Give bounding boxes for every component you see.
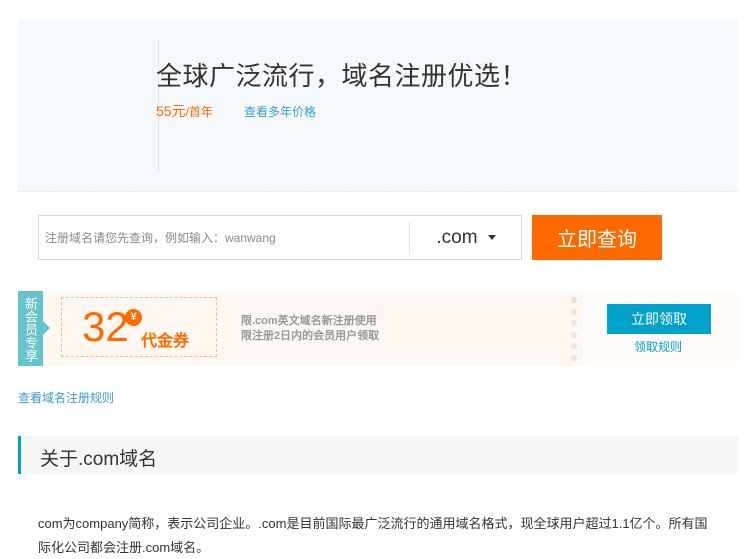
claim-rules-link[interactable]: 领取规则 xyxy=(634,338,682,355)
tag-arrow-icon xyxy=(43,321,50,335)
coupon-amount: 32 xyxy=(82,303,129,350)
section-title: 关于.com域名 xyxy=(40,449,158,470)
tld-dropdown[interactable]: .com xyxy=(410,216,522,259)
domain-search-input[interactable] xyxy=(39,216,409,259)
multi-year-price-link[interactable]: 查看多年价格 xyxy=(244,103,316,120)
section-description: com为company简称，表示公司企业。.com是目前国际最广泛流行的通用域名… xyxy=(38,516,708,555)
registration-rules-link[interactable]: 查看域名注册规则 xyxy=(18,389,114,406)
new-member-tag: 新会员专享 xyxy=(18,291,43,366)
coupon-condition-1: 限.com英文域名新注册使用 xyxy=(241,315,377,327)
perforation-dots xyxy=(571,297,577,361)
coupon-banner: 新会员专享 32 ¥ 代金券 限.com英文域名新注册使用 限注册2日内的会员用… xyxy=(18,291,738,366)
divider xyxy=(18,191,738,192)
coupon-label: 代金券 xyxy=(141,333,190,350)
tld-value: .com xyxy=(436,226,478,248)
coupon-condition-2: 限注册2日内的会员用户领取 xyxy=(241,330,380,342)
hero-title: 全球广泛流行，域名注册优选！ xyxy=(156,61,528,91)
yen-icon: ¥ xyxy=(125,309,142,326)
price: 55元/首年 xyxy=(156,101,213,121)
section-header: 关于.com域名 xyxy=(18,436,738,474)
price-unit: /首年 xyxy=(185,105,213,119)
caret-down-icon xyxy=(487,235,496,240)
claim-coupon-button[interactable]: 立即领取 xyxy=(607,304,711,334)
price-amount: 55元 xyxy=(156,103,186,119)
domain-search-box: .com xyxy=(38,215,522,260)
coupon-card: 32 ¥ 代金券 xyxy=(61,297,217,357)
hero-panel xyxy=(18,20,738,192)
search-button[interactable]: 立即查询 xyxy=(532,215,662,260)
